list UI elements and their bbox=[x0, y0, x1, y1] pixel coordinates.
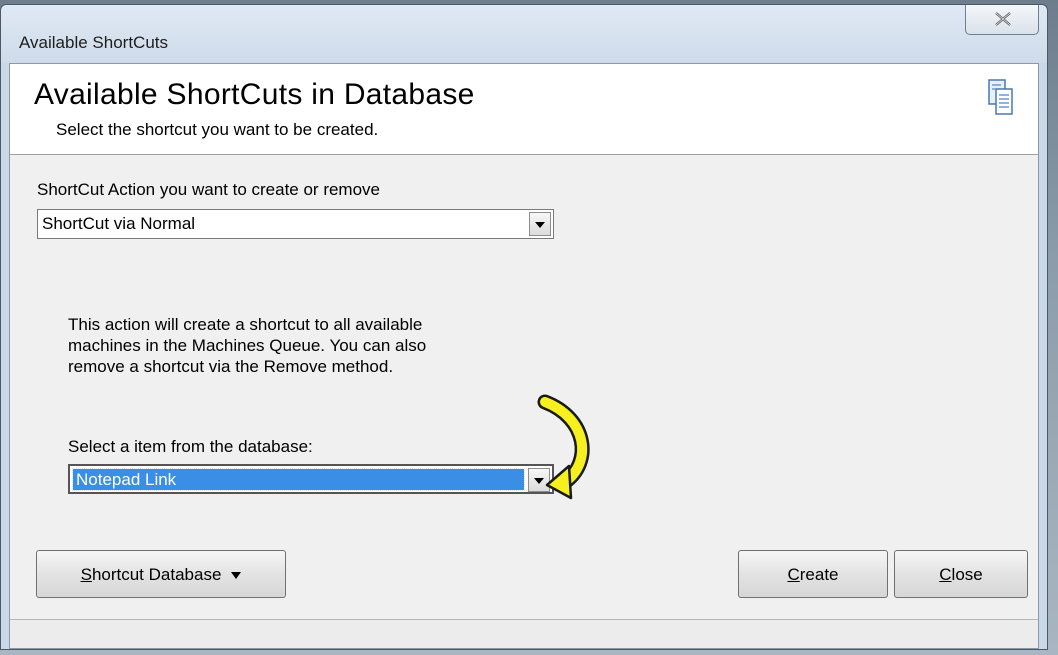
chevron-down-icon[interactable] bbox=[529, 212, 551, 236]
banner-title: Available ShortCuts in Database bbox=[34, 78, 475, 111]
create-mnemonic: C bbox=[787, 565, 800, 584]
description-line: This action will create a shortcut to al… bbox=[68, 315, 423, 334]
shortcut-database-button[interactable]: Shortcut Database bbox=[36, 550, 286, 598]
curved-arrow-icon bbox=[537, 394, 590, 500]
banner-subtitle: Select the shortcut you want to be creat… bbox=[56, 120, 379, 139]
item-label: Select a item from the database: bbox=[68, 437, 313, 456]
action-description: This action will create a shortcut to al… bbox=[68, 314, 528, 377]
shortcut-action-select[interactable]: ShortCut via Normal bbox=[37, 209, 554, 239]
close-button[interactable]: Close bbox=[894, 550, 1028, 598]
shortcut-database-label: hortcut Database bbox=[91, 565, 222, 584]
create-label: reate bbox=[799, 565, 839, 584]
shortcut-action-value: ShortCut via Normal bbox=[42, 214, 196, 233]
window-close-button[interactable] bbox=[965, 5, 1039, 35]
description-line: remove a shortcut via the Remove method. bbox=[68, 357, 394, 376]
description-line: machines in the Machines Queue. You can … bbox=[68, 336, 427, 355]
close-icon bbox=[995, 12, 1011, 26]
database-item-value: Notepad Link bbox=[72, 468, 525, 491]
document-copy-icon bbox=[988, 79, 1013, 115]
title-bar: Available ShortCuts bbox=[1, 5, 1047, 63]
close-mnemonic: C bbox=[939, 565, 952, 584]
header-banner: Available ShortCuts in Database Select t… bbox=[10, 64, 1038, 155]
caret-down-icon bbox=[231, 572, 242, 580]
status-bar bbox=[10, 619, 1038, 648]
action-label: ShortCut Action you want to create or re… bbox=[37, 180, 381, 199]
dialog-client-area: Available ShortCuts in Database Select t… bbox=[9, 63, 1039, 649]
dialog-window: Available ShortCuts Available ShortCuts … bbox=[0, 4, 1048, 650]
database-item-select[interactable]: Notepad Link bbox=[68, 464, 554, 494]
shortcut-database-mnemonic: S bbox=[80, 565, 92, 584]
window-title: Available ShortCuts bbox=[19, 33, 168, 52]
create-button[interactable]: Create bbox=[738, 550, 888, 598]
close-label: lose bbox=[951, 565, 983, 584]
